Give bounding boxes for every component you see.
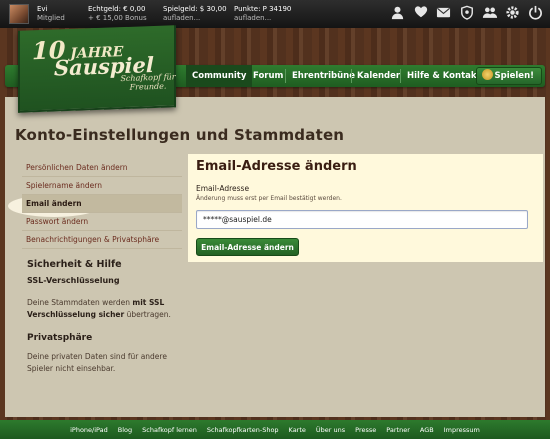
settings-sidebar: Persönlichen Daten ändern Spielername än… xyxy=(22,159,182,387)
footer-link-partner[interactable]: Partner xyxy=(386,426,410,434)
pig-coin-icon xyxy=(481,69,493,80)
submit-email-button[interactable]: Email-Adresse ändern xyxy=(196,238,299,256)
nav-separator xyxy=(400,69,401,83)
email-label: Email-Adresse xyxy=(196,184,250,193)
nav-kalender[interactable]: Kalender xyxy=(357,65,400,87)
footer-link-blog[interactable]: Blog xyxy=(118,426,132,434)
nav-separator xyxy=(351,69,352,83)
heart-icon[interactable] xyxy=(412,5,429,22)
sidebar-item-personal-data[interactable]: Persönlichen Daten ändern xyxy=(22,159,182,177)
mail-icon[interactable] xyxy=(435,5,452,22)
punkte-balance[interactable]: Punkte: P 34190 aufladen... xyxy=(234,5,291,23)
panel-title: Email-Adresse ändern xyxy=(196,159,357,174)
nav-hilfe-kontakt[interactable]: Hilfe & Kontakt xyxy=(407,65,481,87)
footer: iPhone/iPad Blog Schafkopf lernen Schafk… xyxy=(0,420,550,439)
sauspiel-logo[interactable]: 10 JAHRE Sauspiel Schafkopf für Freunde. xyxy=(18,25,176,113)
footer-link-map[interactable]: Karte xyxy=(289,426,306,434)
user-status: Mitglied xyxy=(37,14,65,22)
logo-tagline: Schafkopf für Freunde. xyxy=(120,72,176,92)
footer-link-imprint[interactable]: Impressum xyxy=(444,426,480,434)
spielgeld-refill-link[interactable]: aufladen... xyxy=(163,14,227,23)
settings-icon[interactable] xyxy=(504,5,521,22)
main-content: Konto-Einstellungen und Stammdaten Persö… xyxy=(5,97,545,417)
punkte-label[interactable]: Punkte: P 34190 xyxy=(234,5,291,14)
user-info[interactable]: Evi Mitglied xyxy=(37,5,65,23)
user-name[interactable]: Evi xyxy=(37,5,65,14)
privacy-text: Deine privaten Daten sind für andere Spi… xyxy=(27,352,167,373)
nav-separator xyxy=(285,69,286,83)
sidebar-item-password[interactable]: Passwort ändern xyxy=(22,213,182,231)
profile-icon[interactable] xyxy=(389,5,406,22)
privacy-heading: Privatsphäre xyxy=(27,333,93,343)
nav-community[interactable]: Community xyxy=(186,65,253,87)
logout-icon[interactable] xyxy=(527,5,544,22)
play-button-label: Spielen! xyxy=(494,71,535,81)
echtgeld-balance[interactable]: Echtgeld: € 0,00 + € 15,00 Bonus xyxy=(88,5,147,23)
page-title: Konto-Einstellungen und Stammdaten xyxy=(15,126,345,144)
footer-link-agb[interactable]: AGB xyxy=(420,426,434,434)
punkte-refill-link[interactable]: aufladen... xyxy=(234,14,291,23)
sidebar-item-email[interactable]: Email ändern xyxy=(22,195,182,213)
footer-link-about[interactable]: Über uns xyxy=(316,426,345,434)
sidebar-item-player-name[interactable]: Spielername ändern xyxy=(22,177,182,195)
spielgeld-label[interactable]: Spielgeld: $ 30,00 xyxy=(163,5,227,14)
sidebar-item-notifications[interactable]: Benachrichtigungen & Privatsphäre xyxy=(22,231,182,249)
nav-ehrentribuene[interactable]: Ehrentribüne xyxy=(292,65,355,87)
nav-forum[interactable]: Forum xyxy=(253,65,283,87)
footer-link-iphone[interactable]: iPhone/iPad xyxy=(70,426,108,434)
security-heading: Sicherheit & Hilfe xyxy=(27,259,122,270)
bonus-label: + € 15,00 Bonus xyxy=(88,14,147,22)
top-bar: Evi Mitglied Echtgeld: € 0,00 + € 15,00 … xyxy=(0,0,550,28)
footer-link-shop[interactable]: Schafkopfkarten-Shop xyxy=(207,426,279,434)
ssl-heading: SSL-Verschlüsselung xyxy=(27,276,120,285)
play-button[interactable]: Spielen! xyxy=(475,67,542,85)
footer-link-press[interactable]: Presse xyxy=(355,426,376,434)
shield-icon[interactable] xyxy=(458,5,475,22)
echtgeld-label[interactable]: Echtgeld: € 0,00 xyxy=(88,5,147,14)
email-input[interactable] xyxy=(196,210,528,229)
ssl-text: Deine Stammdaten werden mit SSL Verschlü… xyxy=(27,298,171,319)
footer-link-learn[interactable]: Schafkopf lernen xyxy=(142,426,197,434)
email-change-panel: Email-Adresse ändern Email-Adresse Änder… xyxy=(188,154,543,262)
spielgeld-balance[interactable]: Spielgeld: $ 30,00 aufladen... xyxy=(163,5,227,23)
avatar[interactable] xyxy=(9,4,29,24)
email-hint: Änderung muss erst per Email bestätigt w… xyxy=(196,195,342,202)
friends-icon[interactable] xyxy=(481,5,498,22)
